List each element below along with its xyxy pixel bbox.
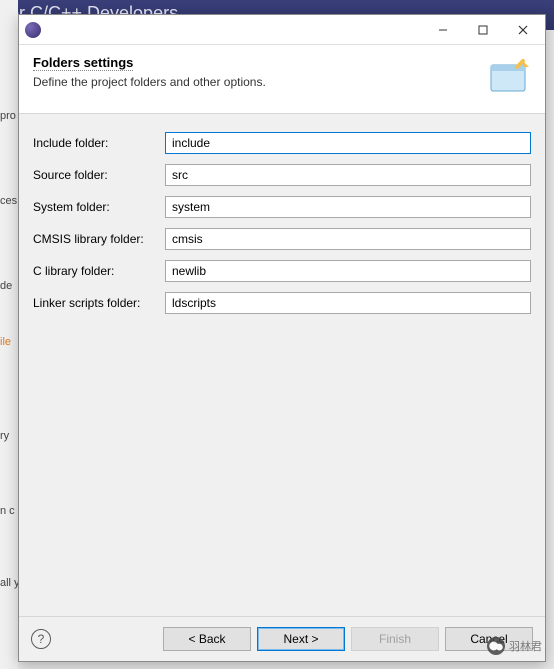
back-button[interactable]: < Back xyxy=(163,627,251,651)
finish-button: Finish xyxy=(351,627,439,651)
row-linker-folder: Linker scripts folder: xyxy=(33,292,531,314)
label-system-folder: System folder: xyxy=(33,200,165,214)
next-button[interactable]: Next > xyxy=(257,627,345,651)
input-linker-folder[interactable] xyxy=(165,292,531,314)
input-clib-folder[interactable] xyxy=(165,260,531,282)
maximize-button[interactable] xyxy=(463,16,503,44)
close-button[interactable] xyxy=(503,16,543,44)
input-include-folder[interactable] xyxy=(165,132,531,154)
page-title: Folders settings xyxy=(33,55,133,71)
label-include-folder: Include folder: xyxy=(33,136,165,150)
help-button[interactable]: ? xyxy=(31,629,51,649)
row-system-folder: System folder: xyxy=(33,196,531,218)
row-include-folder: Include folder: xyxy=(33,132,531,154)
label-cmsis-folder: CMSIS library folder: xyxy=(33,232,165,246)
label-source-folder: Source folder: xyxy=(33,168,165,182)
label-linker-folder: Linker scripts folder: xyxy=(33,296,165,310)
form-area: Include folder: Source folder: System fo… xyxy=(19,114,545,616)
dialog-titlebar xyxy=(19,15,545,45)
page-description: Define the project folders and other opt… xyxy=(33,75,477,89)
minimize-button[interactable] xyxy=(423,16,463,44)
wizard-dialog: Folders settings Define the project fold… xyxy=(18,14,546,662)
row-cmsis-folder: CMSIS library folder: xyxy=(33,228,531,250)
background-sidebar-strip: pro ces de ile ry n c all y xyxy=(0,0,18,669)
label-clib-folder: C library folder: xyxy=(33,264,165,278)
folder-wizard-icon xyxy=(487,55,531,99)
row-source-folder: Source folder: xyxy=(33,164,531,186)
eclipse-icon xyxy=(25,22,41,38)
button-bar: ? < Back Next > Finish Cancel xyxy=(19,616,545,661)
row-clib-folder: C library folder: xyxy=(33,260,531,282)
cancel-button[interactable]: Cancel xyxy=(445,627,533,651)
input-source-folder[interactable] xyxy=(165,164,531,186)
dialog-header: Folders settings Define the project fold… xyxy=(19,45,545,114)
input-system-folder[interactable] xyxy=(165,196,531,218)
input-cmsis-folder[interactable] xyxy=(165,228,531,250)
